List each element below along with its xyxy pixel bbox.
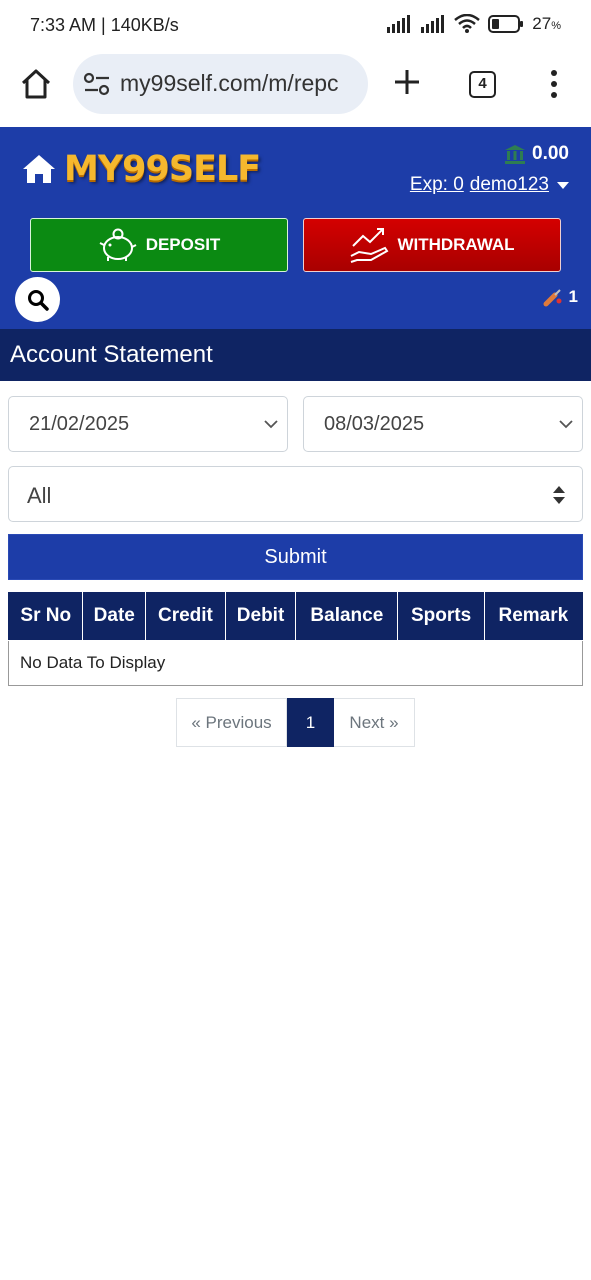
chevron-down-icon bbox=[559, 420, 573, 429]
address-bar[interactable]: my99self.com/m/repc bbox=[73, 54, 368, 114]
table-header-row: Sr No Date Credit Debit Balance Sports R… bbox=[7, 592, 584, 641]
account-info: Exp: 0 demo123 bbox=[410, 174, 569, 196]
status-icons: 27% bbox=[386, 14, 561, 34]
to-date-select[interactable]: 08/03/2025 bbox=[303, 396, 583, 452]
next-page-button[interactable]: Next » bbox=[334, 698, 415, 747]
open-bets-indicator[interactable]: 1 bbox=[543, 287, 578, 307]
cricket-bat-icon bbox=[543, 289, 562, 307]
empty-table-message: No Data To Display bbox=[8, 639, 583, 686]
from-date-select[interactable]: 21/02/2025 bbox=[8, 396, 288, 452]
column-header-balance: Balance bbox=[295, 592, 399, 641]
url-text[interactable]: my99self.com/m/repc bbox=[120, 70, 360, 97]
search-button[interactable] bbox=[15, 277, 60, 322]
site-settings-icon[interactable] bbox=[83, 72, 111, 96]
statement-type-select[interactable]: All bbox=[8, 466, 583, 522]
signal-icon bbox=[421, 15, 445, 33]
search-icon bbox=[27, 289, 49, 311]
page-title-bar: Account Statement bbox=[0, 329, 591, 381]
battery-icon bbox=[488, 15, 524, 33]
withdrawal-label: WITHDRAWAL bbox=[397, 235, 515, 254]
more-menu-icon[interactable] bbox=[545, 68, 563, 100]
pagination: « Previous 1 Next » bbox=[176, 698, 415, 747]
chevron-down-icon bbox=[264, 420, 278, 429]
column-header-debit: Debit bbox=[224, 592, 297, 641]
status-bar: 7:33 AM | 140KB/s 27% bbox=[0, 0, 591, 52]
to-date-value: 08/03/2025 bbox=[324, 413, 425, 435]
wifi-icon bbox=[454, 14, 481, 33]
site-header: MY99SELF 0.00 Exp: 0 demo123 DEPOSIT WIT… bbox=[0, 127, 591, 329]
chevron-down-icon[interactable] bbox=[557, 181, 569, 189]
battery-percent: 27% bbox=[532, 14, 561, 33]
column-header-date: Date bbox=[82, 592, 147, 641]
column-header-credit: Credit bbox=[145, 592, 226, 641]
statement-type-value: All bbox=[27, 483, 52, 508]
status-time: 7:33 AM | 140KB/s bbox=[30, 15, 179, 35]
balance-amount: 0.00 bbox=[532, 143, 569, 164]
home-icon[interactable] bbox=[18, 66, 54, 102]
exposure-link[interactable]: Exp: 0 bbox=[410, 174, 464, 196]
open-bets-count: 1 bbox=[568, 287, 578, 306]
deposit-label: DEPOSIT bbox=[145, 235, 221, 254]
signal-icon bbox=[387, 15, 411, 33]
deposit-button[interactable]: DEPOSIT bbox=[30, 218, 288, 272]
column-header-sr-no: Sr No bbox=[7, 592, 84, 641]
site-logo[interactable]: MY99SELF bbox=[64, 149, 261, 189]
previous-page-button[interactable]: « Previous bbox=[176, 698, 287, 747]
piggy-bank-icon bbox=[99, 228, 137, 261]
bank-icon bbox=[505, 145, 526, 164]
wallet-balance: 0.00 bbox=[504, 143, 569, 165]
column-header-sports: Sports bbox=[397, 592, 485, 641]
column-header-remark: Remark bbox=[483, 592, 584, 641]
growth-hand-icon bbox=[351, 228, 389, 263]
browser-toolbar: my99self.com/m/repc 4 bbox=[0, 52, 591, 127]
submit-button[interactable]: Submit bbox=[8, 534, 583, 580]
from-date-value: 21/02/2025 bbox=[29, 413, 130, 435]
table-row: No Data To Display bbox=[8, 639, 583, 686]
tab-switcher-button[interactable]: 4 bbox=[469, 71, 496, 98]
page-number-button[interactable]: 1 bbox=[287, 698, 334, 747]
statement-table: Sr No Date Credit Debit Balance Sports R… bbox=[7, 592, 584, 686]
sort-arrows-icon bbox=[553, 486, 565, 504]
username-link[interactable]: demo123 bbox=[470, 174, 549, 196]
new-tab-icon[interactable] bbox=[391, 66, 423, 98]
withdrawal-button[interactable]: WITHDRAWAL bbox=[303, 218, 561, 272]
home-icon[interactable] bbox=[22, 153, 56, 185]
page-title: Account Statement bbox=[10, 341, 213, 368]
